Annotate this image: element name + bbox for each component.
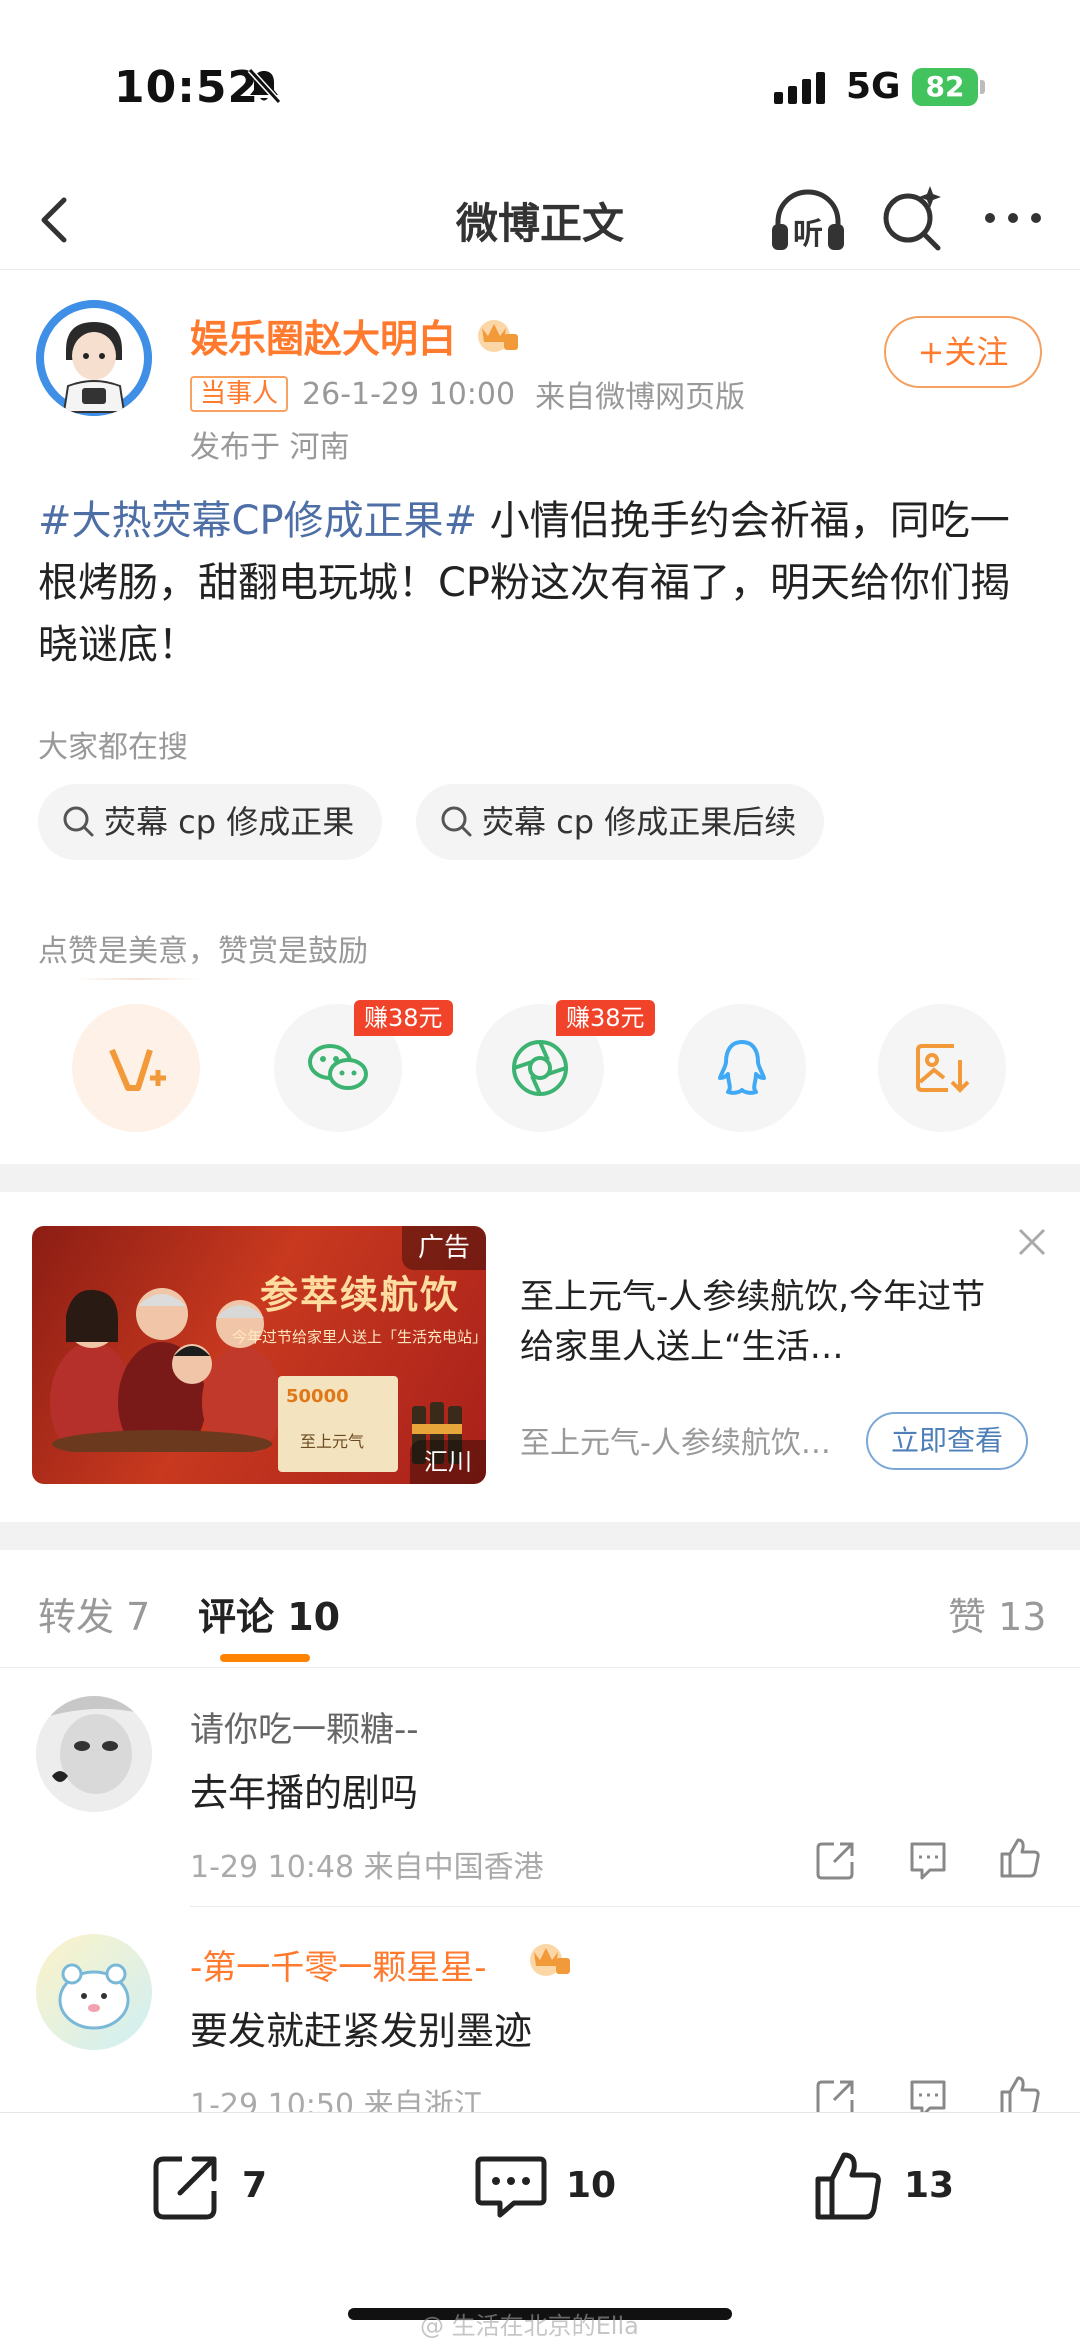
author-avatar[interactable] [36, 300, 152, 416]
more-icon[interactable] [978, 188, 1048, 248]
crown-badge-icon [530, 1944, 570, 1976]
battery-level: 82 [912, 68, 978, 106]
post-time: 26-1-29 10:00 [302, 376, 516, 412]
comment-icon [475, 2156, 547, 2218]
close-icon[interactable] [1014, 1224, 1050, 1260]
moments-aperture-icon [512, 1040, 568, 1096]
post-source: 来自微博网页版 [535, 380, 746, 415]
follow-button[interactable]: +关注 [884, 316, 1042, 388]
ad-description: 至上元气-人参续航饮… [520, 1426, 831, 1461]
comment-meta: 1-29 10:48 来自中国香港 [190, 1850, 544, 1885]
bell-muted-icon [247, 67, 282, 105]
ad-brand: 汇川 [410, 1440, 486, 1484]
post-meta: 当事人 26-1-29 10:00 来自微博网页版 [190, 372, 745, 415]
reply-icon[interactable] [906, 1838, 950, 1882]
earn-badge: 赚38元 [354, 1000, 453, 1036]
ad-product-box: 50000 至上元气 [278, 1376, 398, 1472]
search-icon [63, 806, 94, 837]
tab-comment[interactable]: 评论 10 [198, 1586, 340, 1641]
ad-headline: 参萃续航饮 [260, 1272, 461, 1317]
commenter-name[interactable]: 请你吃一颗糖-- [190, 1702, 419, 1751]
author-name[interactable]: 娱乐圈赵大明白 [190, 308, 456, 363]
nav-bar: 微博正文 听 [0, 170, 1080, 270]
save-image-icon [916, 1044, 970, 1093]
search-chip[interactable]: 荧幕 cp 修成正果后续 [416, 784, 825, 860]
repost-icon [153, 2156, 217, 2220]
reward-button[interactable] [72, 1004, 200, 1132]
reward-v-plus-icon [109, 1048, 166, 1091]
commenter-avatar[interactable] [36, 1696, 152, 1812]
qq-penguin-icon [718, 1040, 766, 1095]
comment-count: 10 [566, 2165, 617, 2206]
commenter-avatar[interactable] [36, 1934, 152, 2050]
crown-badge-icon [478, 320, 518, 352]
network-label: 5G [846, 66, 901, 107]
status-time: 10:52 [114, 62, 260, 113]
section-divider [0, 1164, 1080, 1192]
ad-family-illustration [50, 1288, 282, 1452]
post-hashtag[interactable]: #大热荧幕CP修成正果# [38, 498, 477, 544]
search-icon [441, 806, 472, 837]
like-count: 13 [904, 2165, 955, 2206]
search-sparkle-icon[interactable] [876, 182, 948, 254]
active-tab-indicator [220, 1654, 310, 1662]
comment-text: 去年播的剧吗 [190, 1771, 419, 1815]
ad-subline: 今年过节给家里人送上「生活充电站」 [232, 1328, 486, 1346]
search-chip-label: 荧幕 cp 修成正果后续 [482, 803, 797, 841]
post-location: 发布于 河南 [190, 430, 350, 465]
share-qq-button[interactable] [678, 1004, 806, 1132]
tab-repost[interactable]: 转发 7 [38, 1586, 150, 1641]
reward-tip: 点赞是美意，赞赏是鼓励 [38, 934, 368, 969]
section-divider [0, 1522, 1080, 1550]
headphones-listen-icon[interactable]: 听 [768, 186, 848, 256]
comment-text: 要发就赶紧发别墨迹 [190, 2009, 533, 2053]
commenter-name[interactable]: -第一千零一颗星星- [190, 1940, 487, 1989]
save-image-button[interactable] [878, 1004, 1006, 1132]
trending-search-title: 大家都在搜 [38, 730, 188, 765]
signal-icon [774, 72, 825, 104]
thumbs-up-icon [815, 2152, 881, 2220]
share-out-icon[interactable] [814, 1838, 858, 1882]
tab-like[interactable]: 赞 13 [948, 1586, 1046, 1641]
ad-cta-button[interactable]: 立即查看 [866, 1412, 1028, 1470]
ad-label: 广告 [402, 1226, 486, 1270]
repost-count: 7 [242, 2165, 268, 2206]
divider [76, 978, 200, 980]
like-icon[interactable] [998, 1836, 1042, 1880]
status-bar: 10:52 5G 82 [0, 0, 1080, 170]
search-chip[interactable]: 荧幕 cp 修成正果 [38, 784, 383, 860]
ad-title[interactable]: 至上元气-人参续航饮,今年过节给家里人送上“生活… [520, 1272, 1010, 1372]
party-tag: 当事人 [190, 376, 289, 412]
watermark: @ 生活在北京的Ella [420, 2312, 639, 2340]
battery-icon: 82 [912, 68, 985, 106]
interaction-tabs: 转发 7 评论 10 赞 13 [0, 1550, 1080, 1668]
post-body: #大热荧幕CP修成正果# 小情侣挽手约会祈福，同吃一根烤肠，甜翻电玩城！CP粉这… [38, 490, 1048, 676]
search-chip-label: 荧幕 cp 修成正果 [104, 803, 355, 841]
comment-separator [190, 1906, 1080, 1907]
earn-badge: 赚38元 [556, 1000, 655, 1036]
wechat-icon [308, 1044, 368, 1090]
ad-image[interactable]: 参萃续航饮 今年过节给家里人送上「生活充电站」 50000 至上元气 广告 汇川 [32, 1226, 486, 1484]
svg-text:听: 听 [793, 217, 823, 252]
